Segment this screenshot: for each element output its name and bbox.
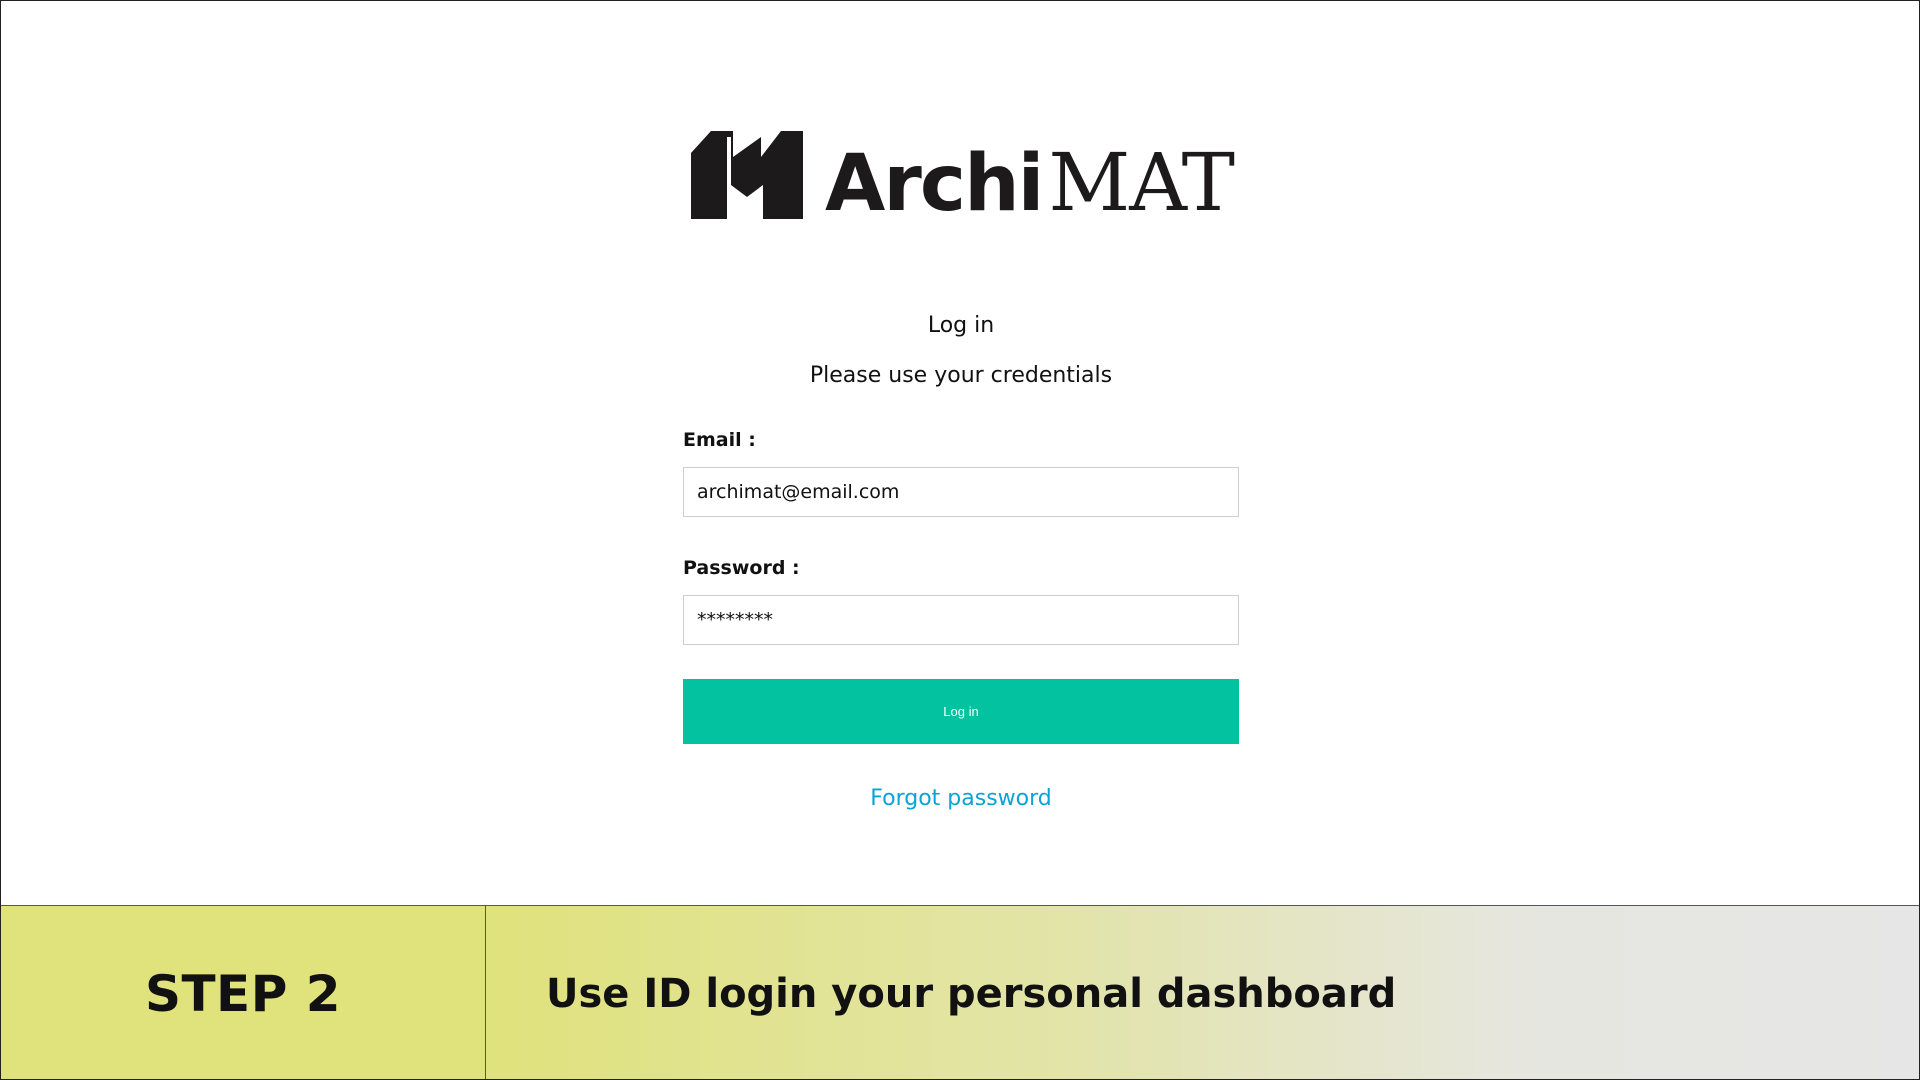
logo-text-archi: Archi xyxy=(825,139,1044,229)
email-value: archimat@email.com xyxy=(697,481,900,503)
archimat-logo: Archi MAT xyxy=(691,131,1235,224)
building-mark-icon xyxy=(691,131,803,219)
login-form: Email : archimat@email.com Password : **… xyxy=(683,429,1239,811)
step-label: STEP 2 xyxy=(144,964,342,1023)
field-spacer xyxy=(683,517,1239,557)
page-frame: Archi MAT Log in Please use your credent… xyxy=(0,0,1920,1080)
step-description: Use ID login your personal dashboard xyxy=(546,970,1397,1017)
password-field[interactable]: ******** xyxy=(683,595,1239,645)
email-label: Email : xyxy=(683,429,756,451)
email-field[interactable]: archimat@email.com xyxy=(683,467,1239,517)
forgot-password-link[interactable]: Forgot password xyxy=(683,786,1239,811)
logo-text-mat: MAT xyxy=(1048,136,1235,229)
step-banner: STEP 2 Use ID login your personal dashbo… xyxy=(1,905,1919,1079)
login-title: Log in xyxy=(927,313,995,338)
login-subtitle: Please use your credentials xyxy=(809,363,1113,388)
login-button[interactable]: Log in xyxy=(683,679,1239,744)
password-label: Password : xyxy=(683,557,800,579)
logo-wordmark: Archi MAT xyxy=(825,131,1235,224)
step-number-cell: STEP 2 xyxy=(1,906,486,1079)
password-value: ******** xyxy=(697,609,773,631)
step-description-cell: Use ID login your personal dashboard xyxy=(486,906,1919,1079)
